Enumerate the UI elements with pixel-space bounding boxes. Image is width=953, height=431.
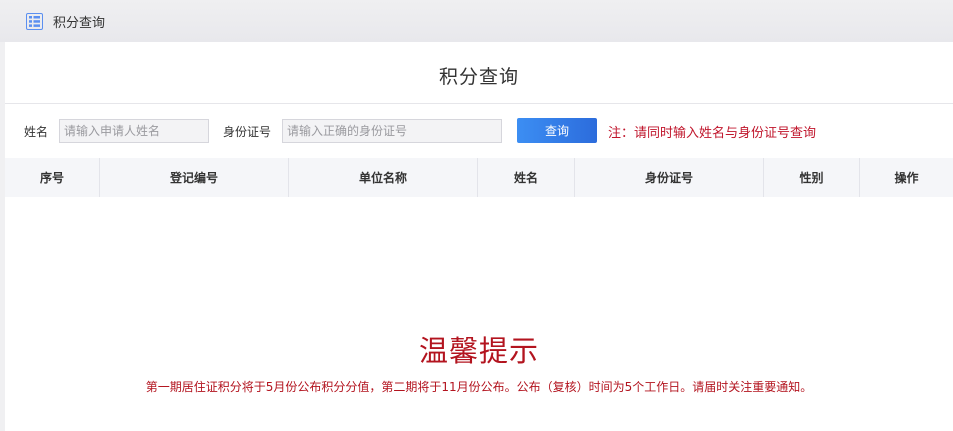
content-card: 积分查询 姓名 身份证号 查询 注：请同时输入姓名与身份证号查询 序号 登记编号…: [5, 42, 953, 431]
top-bar: 积分查询: [0, 0, 953, 42]
column-header-gender: 性别: [764, 158, 860, 197]
top-bar-title: 积分查询: [53, 15, 106, 31]
title-divider: [5, 103, 953, 104]
name-input[interactable]: [59, 119, 209, 143]
column-header-id-number: 身份证号: [575, 158, 764, 197]
notice-title: 温馨提示: [418, 334, 539, 368]
id-number-input[interactable]: [282, 119, 502, 143]
list-menu-icon: [26, 12, 43, 30]
column-header-registration-number: 登记编号: [100, 158, 289, 197]
name-label: 姓名: [24, 125, 49, 139]
column-header-index: 序号: [5, 158, 100, 197]
page: 积分查询 积分查询 姓名 身份证号 查询 注：请同时输入姓名与身份证号查询 序号…: [0, 0, 953, 431]
notice-text: 第一期居住证积分将于5月份公布积分分值，第二期将于11月份公布。公布（复核）时间…: [145, 380, 813, 394]
results-table-header: 序号 登记编号 单位名称 姓名 身份证号 性别 操作: [5, 158, 953, 197]
query-button[interactable]: 查询: [517, 118, 597, 143]
column-header-unit-name: 单位名称: [289, 158, 478, 197]
column-header-actions: 操作: [894, 171, 919, 185]
column-header-name: 姓名: [478, 158, 575, 197]
page-title: 积分查询: [438, 66, 519, 88]
query-note: 注：请同时输入姓名与身份证号查询: [608, 126, 817, 141]
search-form: 姓名 身份证号 查询 注：请同时输入姓名与身份证号查询: [5, 118, 953, 144]
id-number-label: 身份证号: [223, 125, 272, 139]
